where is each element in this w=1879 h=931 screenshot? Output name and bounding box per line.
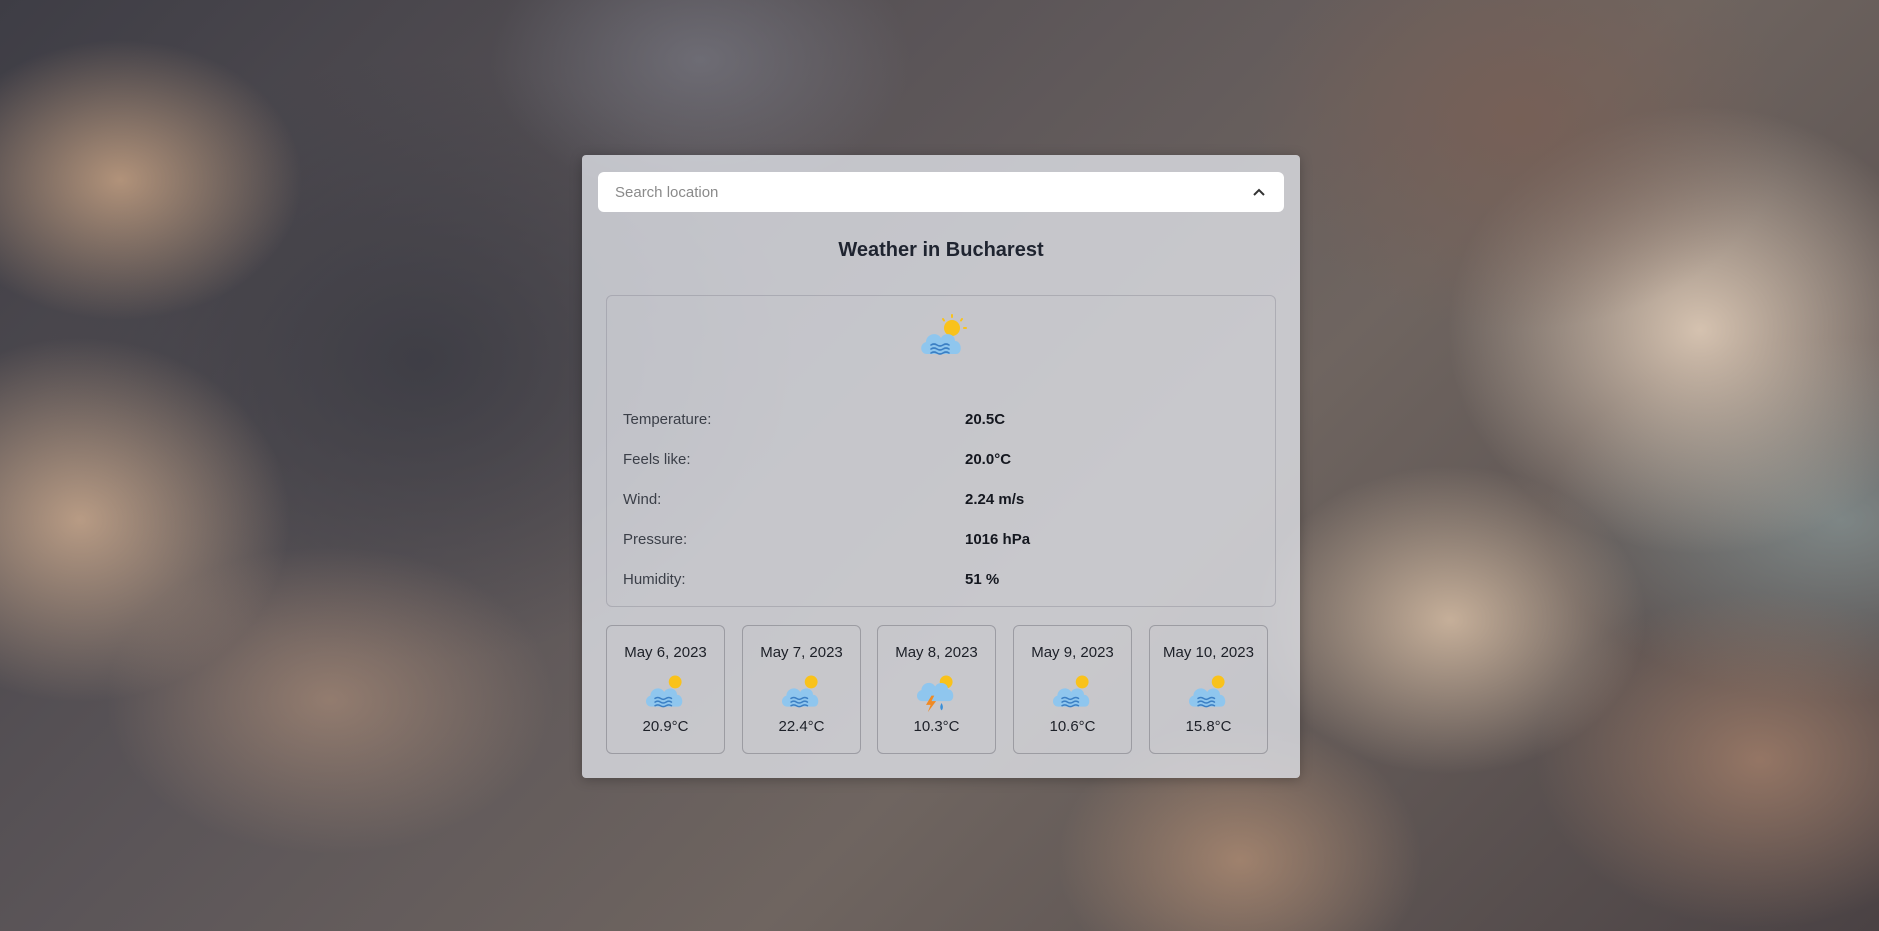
feels-like-value: 20.0°C [965,451,1012,468]
forecast-date: May 9, 2023 [1031,644,1114,661]
current-weather-card: Temperature: 20.5C Feels like: 20.0°C Wi… [606,295,1276,607]
forecast-date: May 8, 2023 [895,644,978,661]
pressure-value: 1016 hPa [965,531,1031,548]
detail-row-temperature: Temperature: 20.5C [623,411,1263,433]
detail-row-humidity: Humidity: 51 % [623,571,1263,593]
humidity-value: 51 % [965,571,1000,588]
cloud-sun-thunder-rain-icon [917,675,954,713]
forecast-card[interactable]: May 8, 2023 10.3°C [877,625,996,754]
detail-row-wind: Wind: 2.24 m/s [623,491,1263,513]
detail-row-pressure: Pressure: 1016 hPa [623,531,1263,553]
weather-panel: Weather in Bucharest Temperature: 20.5C … [582,155,1300,778]
detail-row-feels-like: Feels like: 20.0°C [623,451,1263,473]
wind-value: 2.24 m/s [965,491,1025,508]
cloud-sun-fog-icon [921,314,967,355]
search-input[interactable] [613,182,1249,202]
forecast-temp: 10.3°C [913,718,960,735]
cloud-sun-fog-icon [1053,675,1090,708]
location-search-box[interactable] [598,172,1284,212]
feels-like-label: Feels like: [623,451,691,468]
forecast-card[interactable]: May 7, 2023 22.4°C [742,625,861,754]
forecast-card[interactable]: May 6, 2023 20.9°C [606,625,725,754]
forecast-temp: 20.9°C [642,718,689,735]
chevron-up-icon[interactable] [1249,182,1269,202]
humidity-label: Humidity: [623,571,686,588]
forecast-temp: 22.4°C [778,718,825,735]
temperature-value: 20.5C [965,411,1006,428]
cloud-sun-fog-icon [1189,675,1226,708]
forecast-temp: 10.6°C [1049,718,1096,735]
forecast-temp: 15.8°C [1185,718,1232,735]
temperature-label: Temperature: [623,411,712,428]
pressure-label: Pressure: [623,531,688,548]
forecast-date: May 10, 2023 [1163,644,1254,661]
forecast-date: May 7, 2023 [760,644,843,661]
page-title: Weather in Bucharest [838,239,1044,261]
cloud-sun-fog-icon [646,675,683,708]
forecast-card[interactable]: May 9, 2023 10.6°C [1013,625,1132,754]
wind-label: Wind: [623,491,662,508]
cloud-sun-fog-icon [782,675,819,708]
forecast-card[interactable]: May 10, 2023 15.8°C [1149,625,1268,754]
forecast-date: May 6, 2023 [624,644,707,661]
